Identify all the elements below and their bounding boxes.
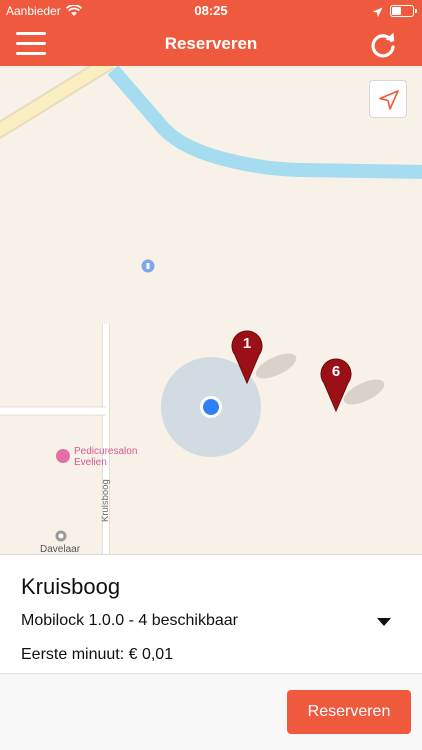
carrier-label: Aanbieder bbox=[6, 4, 61, 18]
pin-label: 6 bbox=[331, 363, 341, 380]
page-title: Reserveren bbox=[164, 34, 258, 53]
locate-me-button[interactable] bbox=[369, 80, 407, 118]
reservation-panel: Kruisboog Mobilock 1.0.0 - 4 beschikbaar… bbox=[0, 554, 422, 750]
poi-label: Pedicuresalon Evelien bbox=[74, 446, 138, 468]
reserve-button[interactable]: Reserveren bbox=[287, 690, 411, 734]
battery-fill bbox=[392, 7, 401, 15]
map-pin-1[interactable]: 1 bbox=[231, 328, 263, 389]
location-name: Kruisboog bbox=[21, 574, 121, 599]
status-time: 08:25 bbox=[194, 3, 228, 18]
pin-label: 1 bbox=[242, 335, 252, 352]
panel-footer: Reserveren bbox=[0, 674, 422, 750]
nav-bar: Reserveren bbox=[0, 22, 422, 66]
dropdown-arrow-icon[interactable] bbox=[374, 615, 394, 629]
refresh-icon[interactable] bbox=[368, 30, 398, 60]
wifi-icon bbox=[65, 4, 83, 22]
location-arrow-icon bbox=[372, 5, 383, 23]
price-label: Eerste minuut: € 0,01 bbox=[21, 646, 174, 663]
menu-icon[interactable] bbox=[16, 32, 46, 56]
map-base bbox=[0, 66, 422, 554]
lock-select[interactable]: Mobilock 1.0.0 - 4 beschikbaar bbox=[21, 612, 238, 630]
status-bar: Aanbieder 08:25 bbox=[0, 0, 422, 22]
map-view[interactable]: Pedicuresalon Evelien Kruisboog Davelaar… bbox=[0, 66, 422, 554]
street-label: Kruisboog bbox=[100, 479, 111, 522]
map-pin-6[interactable]: 6 bbox=[320, 356, 352, 417]
place-label: Davelaar bbox=[40, 544, 81, 554]
battery-icon bbox=[390, 5, 417, 17]
navigation-arrow-icon bbox=[379, 90, 399, 110]
